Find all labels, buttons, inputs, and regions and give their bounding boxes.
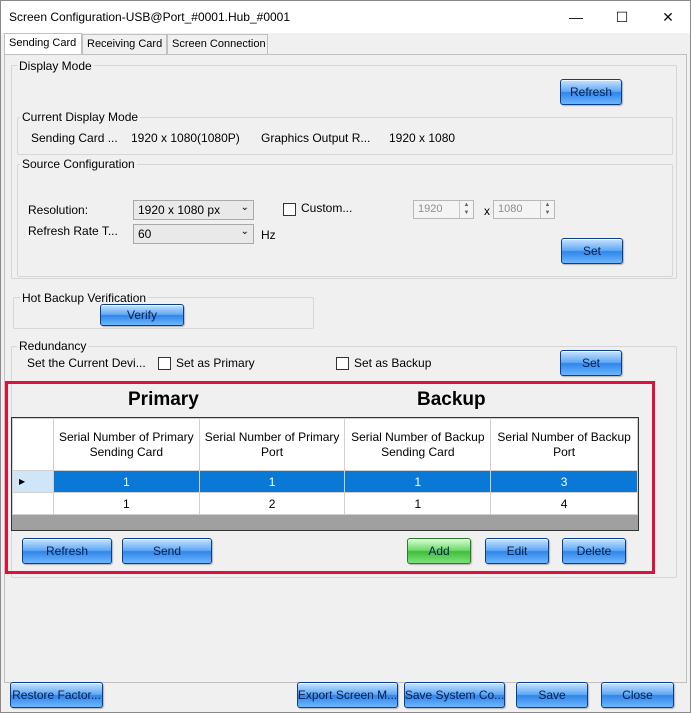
refresh-rate-select[interactable]: 60 ⌄ (133, 224, 254, 244)
graphics-output-value: 1920 x 1080 (389, 131, 456, 145)
custom-checkbox[interactable] (283, 203, 296, 216)
maximize-icon: ☐ (615, 8, 629, 25)
hot-backup-title: Hot Backup Verification (20, 291, 149, 305)
tab-receiving-card[interactable]: Receiving Card (82, 34, 167, 54)
verify-button[interactable]: Verify (100, 304, 184, 326)
refresh-rate-value: 60 (138, 227, 152, 241)
window-title: Screen Configuration-USB@Port_#0001.Hub_… (9, 10, 291, 24)
redundancy-title: Redundancy (17, 339, 89, 353)
custom-label: Custom... (301, 201, 353, 215)
maximize-button[interactable]: ☐ (599, 1, 645, 33)
display-mode-title: Display Mode (17, 59, 94, 73)
tab-sending-card[interactable]: Sending Card (4, 33, 82, 54)
sending-card-value: 1920 x 1080(1080P) (131, 131, 240, 145)
screen-configuration-window: Screen Configuration-USB@Port_#0001.Hub_… (0, 0, 691, 713)
current-display-mode-title: Current Display Mode (20, 110, 141, 124)
set-as-backup-checkbox[interactable] (336, 357, 349, 370)
resolution-label: Resolution: (28, 203, 89, 217)
custom-height-value: 1080 (498, 203, 523, 215)
spin-arrows-icon[interactable]: ▲ ▼ (459, 201, 473, 218)
source-set-button[interactable]: Set (561, 238, 623, 264)
chevron-down-icon: ⌄ (240, 226, 249, 237)
tab-screen-connection[interactable]: Screen Connection (167, 34, 268, 54)
custom-height-input[interactable]: 1080 ▲ ▼ (493, 200, 555, 219)
close-button[interactable]: Close (601, 682, 674, 708)
resolution-value: 1920 x 1080 px (138, 203, 221, 217)
hz-label: Hz (261, 228, 276, 242)
sending-card-panel: Display Mode Refresh Current Display Mod… (4, 54, 687, 708)
save-system-config-button[interactable]: Save System Co... (404, 682, 505, 708)
times-label: x (484, 204, 490, 218)
export-screen-button[interactable]: Export Screen M... (297, 682, 398, 708)
set-as-backup-label: Set as Backup (354, 356, 432, 370)
graphics-output-label: Graphics Output R... (261, 131, 371, 145)
title-bar: Screen Configuration-USB@Port_#0001.Hub_… (1, 1, 690, 33)
close-window-button[interactable]: ✕ (645, 1, 691, 33)
chevron-down-icon: ⌄ (240, 202, 249, 213)
refresh-rate-label: Refresh Rate T... (28, 224, 118, 238)
set-as-primary-label: Set as Primary (176, 356, 255, 370)
set-as-primary-checkbox[interactable] (158, 357, 171, 370)
highlight-annotation-box (5, 381, 655, 574)
minimize-icon: — (569, 9, 583, 25)
close-icon: ✕ (662, 8, 674, 25)
source-configuration-title: Source Configuration (20, 157, 137, 171)
custom-width-input[interactable]: 1920 ▲ ▼ (413, 200, 474, 219)
display-refresh-button[interactable]: Refresh (560, 79, 622, 105)
save-button[interactable]: Save (516, 682, 588, 708)
redundancy-set-button[interactable]: Set (560, 350, 622, 376)
custom-width-value: 1920 (418, 203, 443, 215)
spin-arrows-icon[interactable]: ▲ ▼ (540, 201, 554, 218)
restore-factory-button[interactable]: Restore Factor... (10, 682, 103, 708)
minimize-button[interactable]: — (553, 1, 599, 33)
sending-card-label: Sending Card ... (31, 131, 118, 145)
resolution-select[interactable]: 1920 x 1080 px ⌄ (133, 200, 254, 220)
set-current-device-label: Set the Current Devi... (27, 356, 146, 370)
